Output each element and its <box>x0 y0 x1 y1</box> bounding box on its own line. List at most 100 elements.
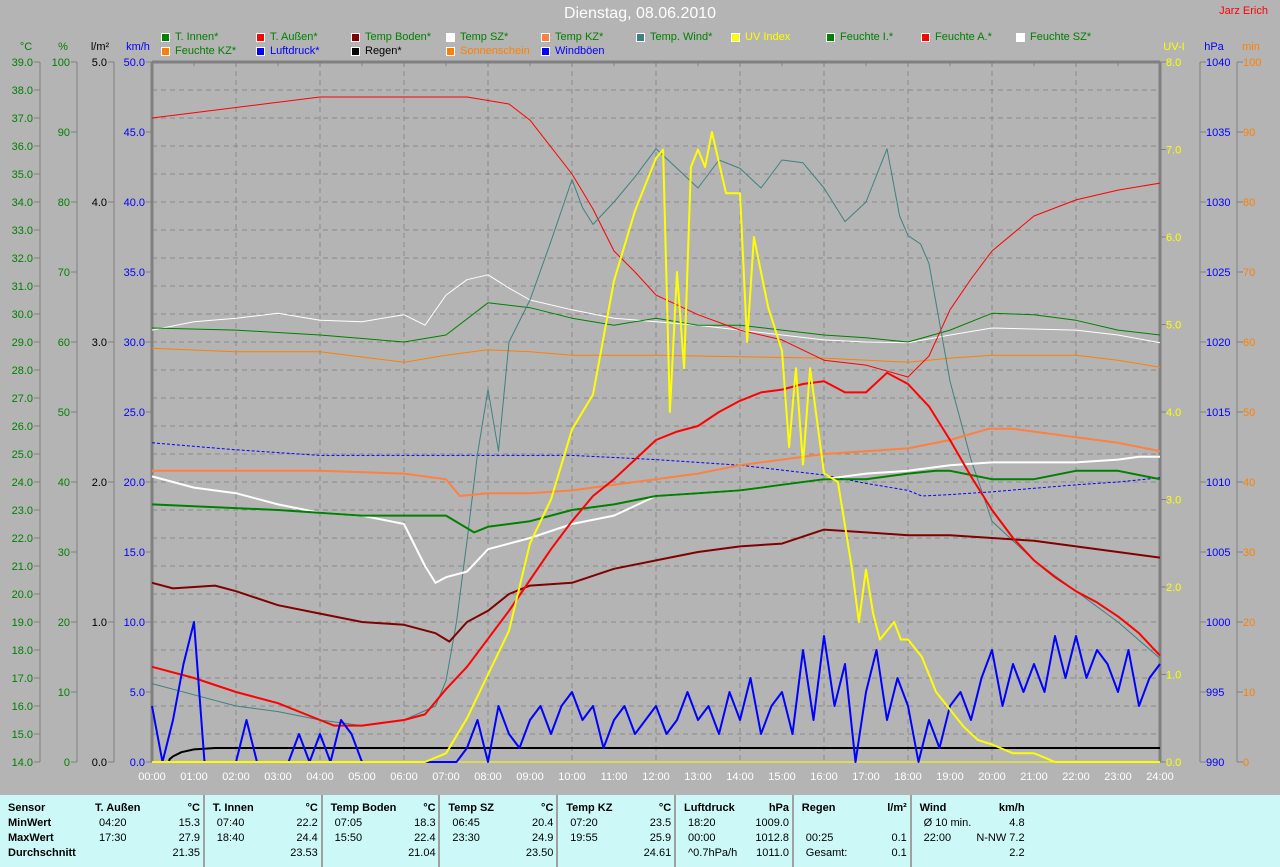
stat-value: 1011.0 <box>756 847 789 859</box>
y-tick-label-kmh: 25.0 <box>124 407 145 419</box>
y-tick-label-kmh: 10.0 <box>124 617 145 629</box>
column-separator <box>556 795 559 867</box>
y-tick-label-min: 90 <box>1243 127 1255 139</box>
y-tick-label-pct: 10 <box>58 687 70 699</box>
legend-label: Luftdruck* <box>270 45 320 57</box>
column-separator <box>438 795 441 867</box>
stat-value: N-NW 7.2 <box>976 832 1025 844</box>
y-tick-label-C: 23.0 <box>12 505 33 517</box>
row-label: MaxWert <box>8 832 54 844</box>
stat-value: 23.5 <box>649 817 672 829</box>
y-tick-label-hpa: 1025 <box>1206 267 1230 279</box>
row-label: Durchschnitt <box>8 847 76 859</box>
y-tick-label-C: 39.0 <box>12 57 33 69</box>
y-tick-label-rain: 0.0 <box>92 757 107 769</box>
x-tick-label: 01:00 <box>180 771 208 783</box>
y-tick-label-C: 37.0 <box>12 113 33 125</box>
x-tick-label: 03:00 <box>264 771 292 783</box>
column-unit: °C <box>423 802 436 814</box>
stat-value: 15.3 <box>178 817 200 829</box>
y-axis-unit-min: min <box>1242 41 1260 53</box>
y-tick-label-C: 20.0 <box>12 589 33 601</box>
y-tick-label-C: 18.0 <box>12 645 33 657</box>
y-tick-label-hpa: 1015 <box>1206 407 1230 419</box>
row-label: MinWert <box>8 817 52 829</box>
x-tick-label: 12:00 <box>642 771 670 783</box>
legend-item: Temp. Wind* <box>636 31 712 43</box>
y-tick-label-C: 35.0 <box>12 169 33 181</box>
author-label: Jarz Erich <box>1219 5 1268 17</box>
legend-item: Regen* <box>351 45 402 57</box>
y-tick-label-hpa: 1040 <box>1206 57 1230 69</box>
x-tick-label: 22:00 <box>1062 771 1090 783</box>
stat-value: 20.4 <box>531 817 554 829</box>
stat-value: 23.50 <box>525 847 554 859</box>
y-tick-label-uv: 5.0 <box>1166 320 1181 332</box>
legend-item: Feuchte KZ* <box>161 45 236 57</box>
y-tick-label-rain: 2.0 <box>92 477 107 489</box>
y-tick-label-min: 20 <box>1243 617 1255 629</box>
stat-value: 21.35 <box>172 847 200 859</box>
y-tick-label-kmh: 45.0 <box>124 127 145 139</box>
legend-label: UV Index <box>745 31 791 43</box>
y-tick-label-uv: 3.0 <box>1166 495 1181 507</box>
x-tick-label: 06:00 <box>390 771 418 783</box>
x-tick-label: 20:00 <box>978 771 1006 783</box>
x-tick-label: 24:00 <box>1146 771 1174 783</box>
stat-value: 1009.0 <box>755 817 789 829</box>
y-tick-label-min: 30 <box>1243 547 1255 559</box>
x-tick-label: 10:00 <box>558 771 586 783</box>
stat-value: 21.04 <box>408 847 436 859</box>
y-tick-label-C: 30.0 <box>12 309 33 321</box>
y-tick-label-C: 14.0 <box>12 757 33 769</box>
stat-value: 0.1 <box>891 832 907 844</box>
legend-label: Regen* <box>365 45 402 57</box>
y-tick-label-uv: 4.0 <box>1166 407 1181 419</box>
y-tick-label-pct: 70 <box>58 267 70 279</box>
x-tick-label: 15:00 <box>768 771 796 783</box>
stat-value: 18.3 <box>414 817 436 829</box>
legend-label: Feuchte A.* <box>935 31 992 43</box>
y-tick-label-hpa: 1020 <box>1206 337 1230 349</box>
y-tick-label-C: 19.0 <box>12 617 33 629</box>
y-tick-label-C: 25.0 <box>12 449 33 461</box>
stat-value: 4.8 <box>1009 817 1025 829</box>
y-tick-label-hpa: 1005 <box>1206 547 1230 559</box>
stat-value: 27.9 <box>178 832 200 844</box>
y-tick-label-hpa: 990 <box>1206 757 1224 769</box>
stat-value: 2.2 <box>1009 847 1025 859</box>
legend-label: Feuchte KZ* <box>175 45 237 57</box>
legend-swatch <box>256 46 265 56</box>
x-tick-label: 19:00 <box>936 771 964 783</box>
legend-item: Windböen <box>541 45 605 57</box>
stat-value: 22.2 <box>296 817 318 829</box>
y-tick-label-C: 34.0 <box>12 197 33 209</box>
series-temp-sz <box>151 455 1160 584</box>
y-axis-unit-hpa: hPa <box>1204 41 1224 53</box>
legend-swatch <box>446 32 455 42</box>
x-tick-label: 09:00 <box>516 771 544 783</box>
y-tick-label-kmh: 40.0 <box>124 197 145 209</box>
y-tick-label-C: 36.0 <box>12 141 33 153</box>
column-unit: l/m² <box>887 802 907 814</box>
x-tick-label: 23:00 <box>1104 771 1132 783</box>
y-tick-label-kmh: 0.0 <box>130 757 145 769</box>
legend-swatch <box>636 32 645 42</box>
y-tick-label-pct: 80 <box>58 197 70 209</box>
stat-value: 0.1 <box>891 847 907 859</box>
x-tick-label: 16:00 <box>810 771 838 783</box>
y-axis-unit-C: °C <box>20 41 32 53</box>
y-tick-label-pct: 50 <box>58 407 70 419</box>
legend-label: Temp. Wind* <box>650 31 713 43</box>
y-tick-label-C: 27.0 <box>12 393 33 405</box>
y-tick-label-hpa: 1035 <box>1206 127 1230 139</box>
y-tick-label-min: 70 <box>1243 267 1255 279</box>
legend-item: Feuchte A.* <box>921 31 992 43</box>
y-tick-label-C: 21.0 <box>12 561 33 573</box>
stat-value: 24.61 <box>643 847 672 859</box>
y-tick-label-min: 10 <box>1243 687 1255 699</box>
legend-label: Temp KZ* <box>555 31 604 43</box>
y-axis-unit-uv: UV-I <box>1163 41 1184 53</box>
x-tick-label: 04:00 <box>306 771 334 783</box>
y-axis-unit-pct: % <box>58 41 68 53</box>
